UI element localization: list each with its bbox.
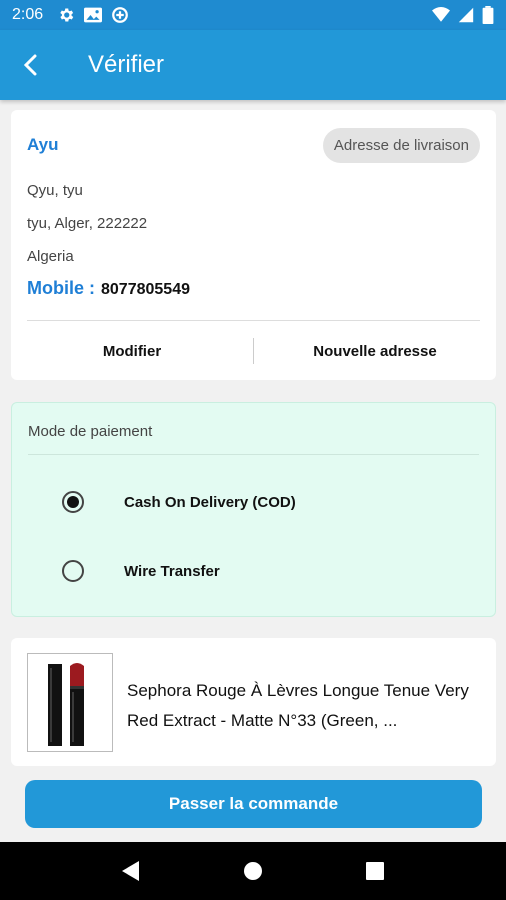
payment-card: Mode de paiement Cash On Delivery (COD) … [11,402,496,617]
mobile-value: 8077805549 [101,281,190,298]
status-icons-right [432,6,494,24]
back-arrow-icon [23,54,37,76]
cell-signal-icon [458,7,474,23]
address-line-1: Qyu, tyu [27,182,83,199]
place-order-button[interactable]: Passer la commande [25,780,482,828]
radio-unselected[interactable] [62,560,84,582]
back-triangle-icon [122,861,139,881]
mobile-row: Mobile : 8077805549 [27,278,190,299]
nav-home-button[interactable] [233,851,273,891]
battery-icon [482,6,494,24]
divider [28,454,479,455]
lipstick-icon [48,662,84,746]
product-name: Sephora Rouge À Lèvres Longue Tenue Very… [127,681,469,730]
address-name: Ayu [27,135,59,154]
new-address-button[interactable]: Nouvelle adresse [254,343,496,360]
product-image [27,653,113,752]
app-bar: Vérifier [0,30,506,100]
address-card: Ayu Adresse de livraison Qyu, tyu tyu, A… [11,110,496,380]
address-type-badge: Adresse de livraison [322,128,480,163]
payment-option-cod[interactable]: Cash On Delivery (COD) [62,491,296,513]
product-card[interactable]: Sephora Rouge À Lèvres Longue Tenue Very… [11,638,496,766]
gear-icon [60,8,74,22]
data-saver-icon [112,7,129,23]
gallery-icon [84,7,103,23]
payment-option-wire[interactable]: Wire Transfer [62,560,220,582]
home-circle-icon [244,862,262,880]
divider [27,320,480,321]
radio-dot [67,496,79,508]
payment-option-label: Cash On Delivery (COD) [124,493,296,511]
recents-square-icon [366,862,384,880]
address-line-3: Algeria [27,248,74,265]
address-actions: Modifier Nouvelle adresse [11,335,496,367]
radio-selected[interactable] [62,491,84,513]
back-button[interactable] [0,30,60,100]
status-bar: 2:06 [0,0,506,30]
address-line-2: tyu, Alger, 222222 [27,215,148,232]
nav-recents-button[interactable] [355,851,395,891]
status-icons-left [57,6,129,24]
payment-option-label: Wire Transfer [124,562,220,580]
mobile-label: Mobile : [27,278,95,298]
page-title: Vérifier [88,51,165,78]
wifi-icon [432,7,450,22]
status-time: 2:06 [12,6,44,23]
nav-back-button[interactable] [111,851,151,891]
edit-address-button[interactable]: Modifier [11,343,253,360]
payment-title: Mode de paiement [28,423,153,440]
system-nav-bar [0,842,506,900]
